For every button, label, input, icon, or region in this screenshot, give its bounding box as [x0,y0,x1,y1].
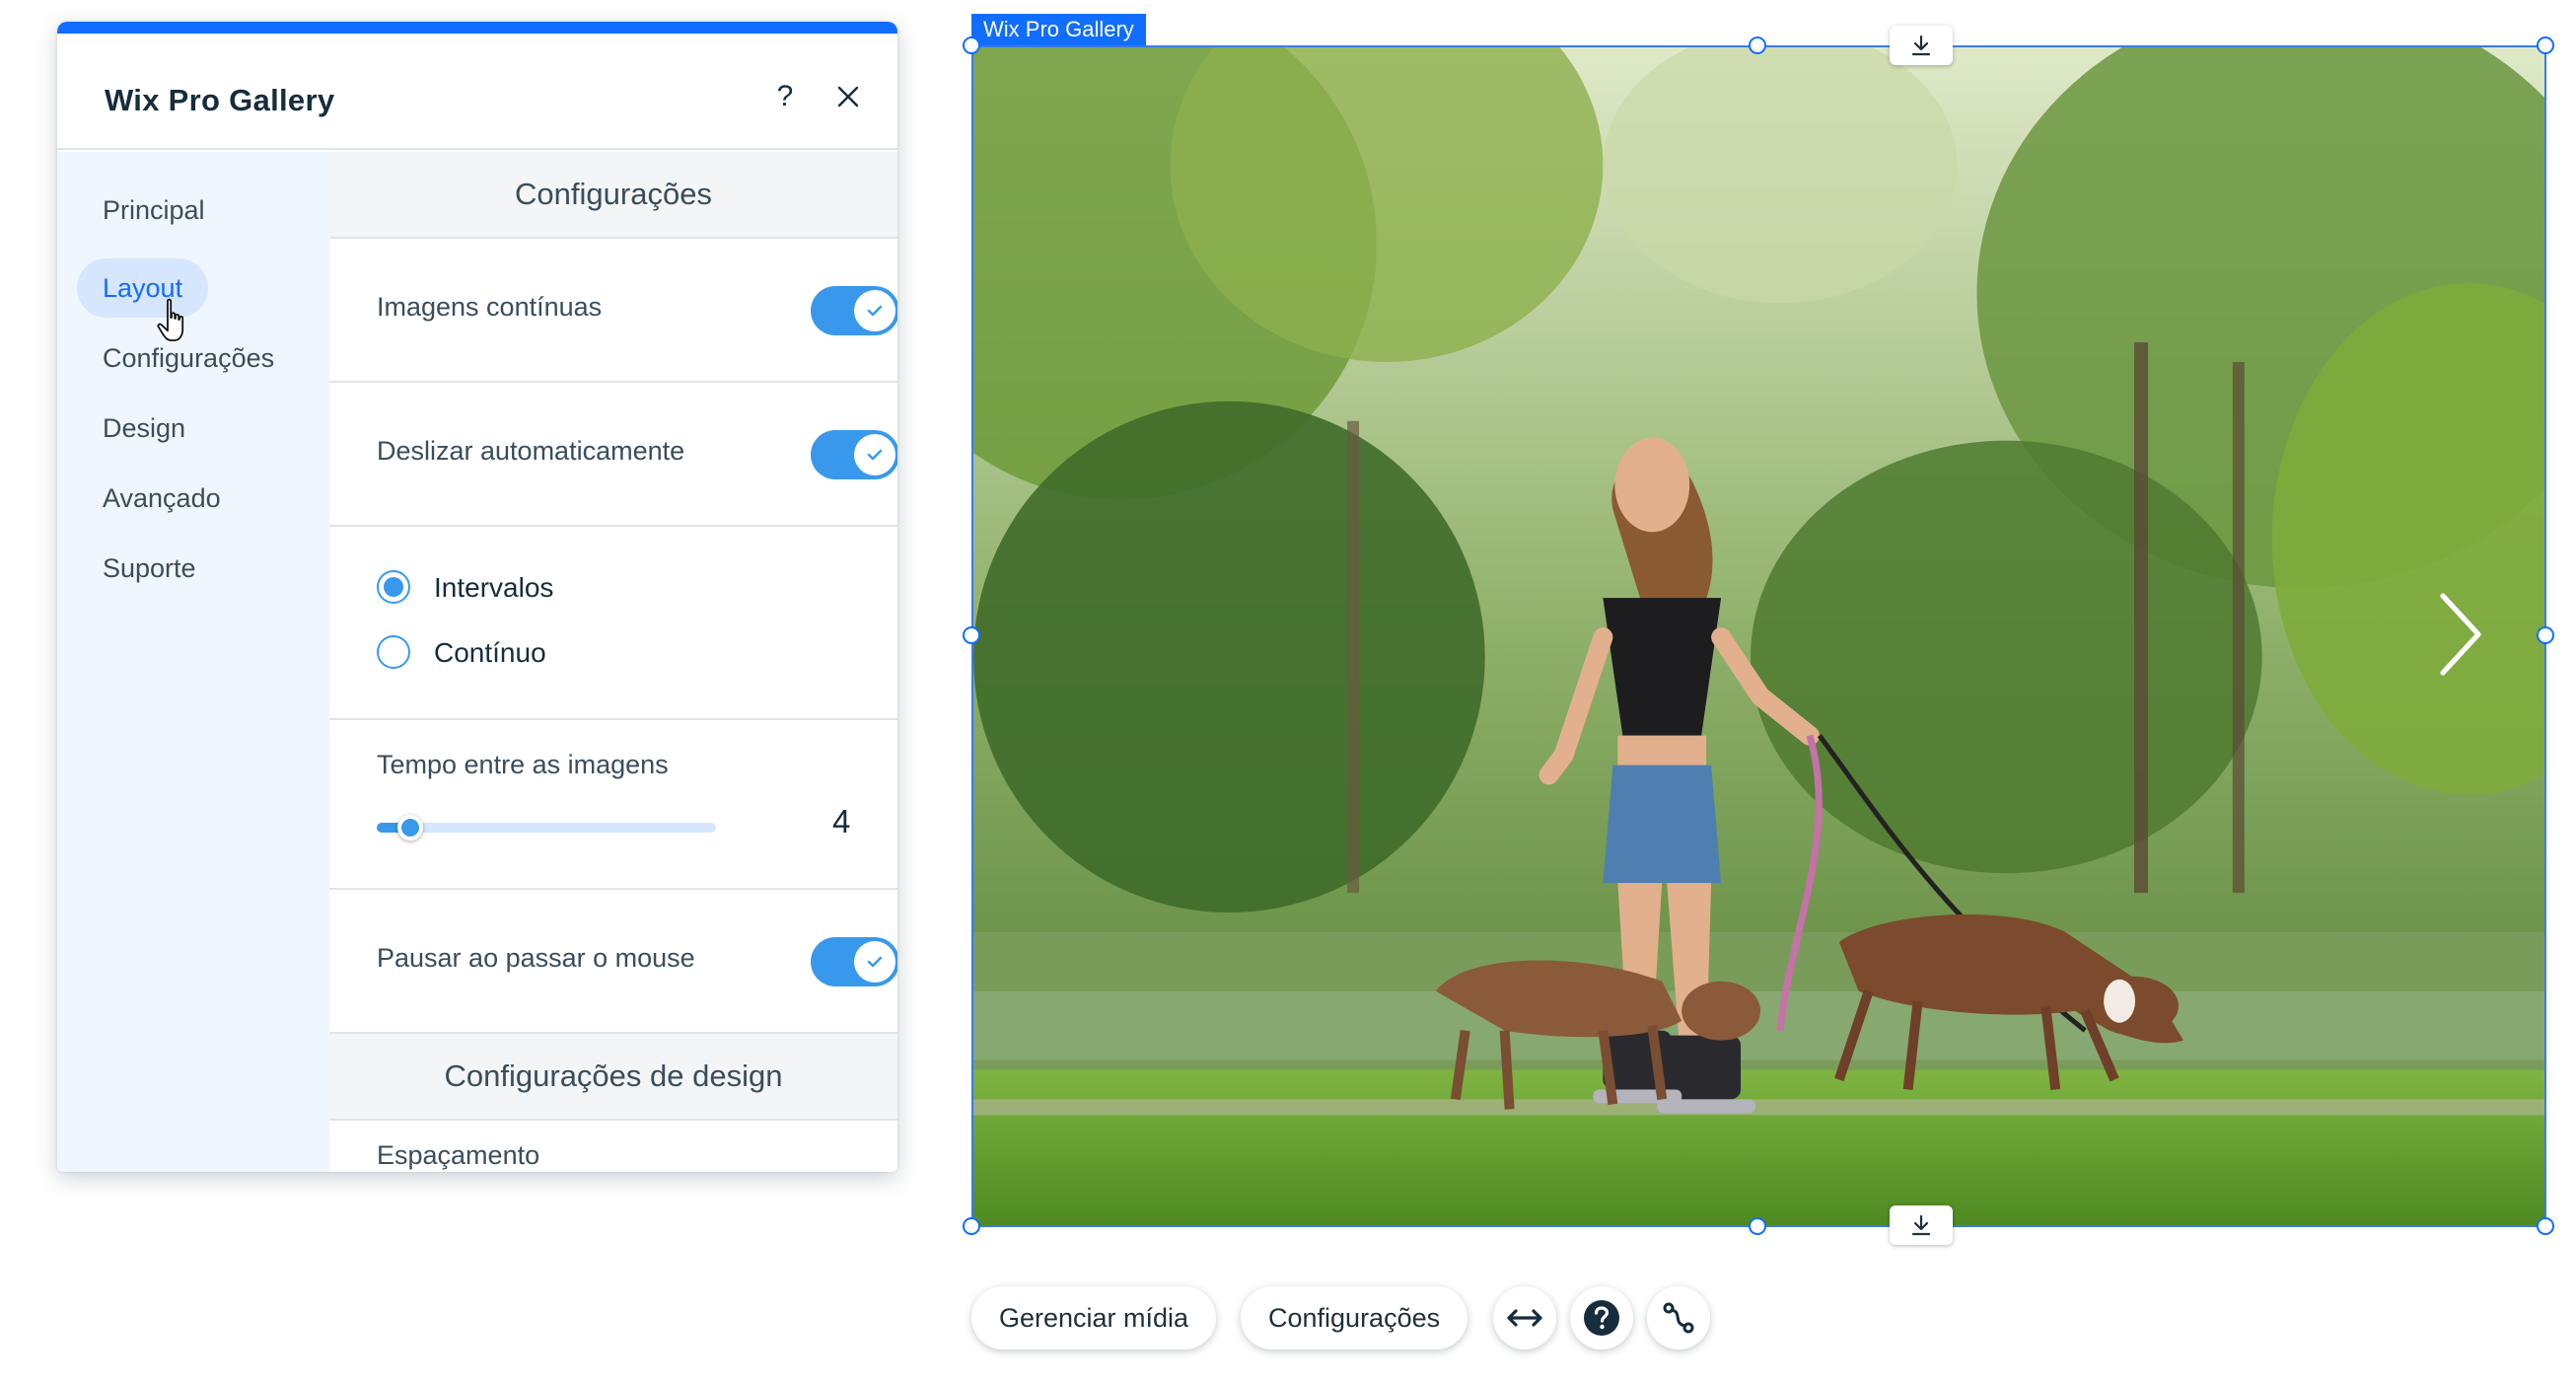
sidebar-item-design[interactable]: Design [77,399,211,458]
setting-row-interval: Tempo entre as imagens 4 [329,720,897,890]
settings-button[interactable]: Configurações [1241,1286,1468,1349]
interval-slider[interactable] [377,815,716,840]
settings-panel: Wix Pro Gallery ? Principal Layout Confi… [57,22,897,1172]
autoslide-label: Deslizar automaticamente [377,436,685,466]
sidebar-item-label: Principal [103,194,205,225]
sidebar-item-principal[interactable]: Principal [77,181,231,240]
radio-continuo-label[interactable]: Contínuo [434,637,546,669]
autoslide-toggle[interactable] [811,430,897,479]
panel-header[interactable]: Wix Pro Gallery ? [57,34,897,150]
sidebar-item-label: Avançado [103,482,221,513]
resize-handle-top-left[interactable] [963,36,980,54]
radio-intervalos-label[interactable]: Intervalos [434,572,553,604]
interval-label: Tempo entre as imagens [377,750,669,779]
resize-handle-bottom-right[interactable] [2537,1217,2554,1235]
check-icon [854,941,895,983]
panel-sidebar: Principal Layout Configurações Design Av… [57,152,329,1172]
interval-slider-thumb[interactable] [397,815,424,840]
continuous-images-toggle[interactable] [811,286,897,335]
sidebar-item-label: Design [103,412,186,443]
stretch-top-handle[interactable] [1890,26,1953,65]
download-arrow-icon [1911,1214,1931,1236]
manage-media-button[interactable]: Gerenciar mídia [971,1286,1217,1349]
help-circle-icon[interactable] [1570,1286,1633,1349]
setting-row-continuous-images: Imagens contínuas [329,239,897,383]
gallery-photo [973,47,2544,1225]
setting-row-autoslide: Deslizar automaticamente [329,383,897,527]
panel-accent-bar [57,22,897,34]
close-icon[interactable] [823,71,874,122]
hand-cursor-icon [157,298,184,341]
resize-handle-left[interactable] [963,626,980,644]
resize-handle-top[interactable] [1749,36,1766,54]
resize-handle-bottom-left[interactable] [963,1217,980,1235]
setting-row-slide-mode: Intervalos Contínuo [329,527,897,720]
stretch-bottom-handle[interactable] [1890,1205,1953,1245]
section-header-configuracoes: Configurações [329,152,897,239]
download-arrow-icon [1911,35,1931,56]
setting-row-pause-on-hover: Pausar ao passar o mouse [329,890,897,1034]
radio-intervalos[interactable] [377,570,410,604]
connect-data-icon[interactable] [1647,1286,1710,1349]
check-icon [854,434,895,475]
gallery-slideshow[interactable] [971,45,2546,1227]
interval-value[interactable]: 4 [832,803,850,840]
resize-handle-top-right[interactable] [2537,36,2554,54]
check-icon [854,290,895,331]
continuous-images-label: Imagens contínuas [377,292,603,322]
help-icon[interactable]: ? [759,71,811,122]
pause-on-hover-toggle[interactable] [811,937,897,986]
radio-continuo[interactable] [377,635,410,669]
resize-handle-bottom[interactable] [1749,1217,1766,1235]
spacing-label[interactable]: Espaçamento [377,1140,539,1171]
resize-handle-right[interactable] [2537,626,2554,644]
stretch-arrows-icon[interactable] [1493,1286,1556,1349]
panel-title: Wix Pro Gallery [105,83,335,117]
panel-content: Configurações Imagens contínuas Deslizar… [329,152,897,1172]
pause-on-hover-label: Pausar ao passar o mouse [377,943,695,973]
chevron-right-icon[interactable] [2431,590,2490,679]
sidebar-item-label: Suporte [103,552,196,583]
sidebar-item-suporte[interactable]: Suporte [77,539,222,598]
sidebar-item-avancado[interactable]: Avançado [77,469,247,528]
section-header-design: Configurações de design [329,1034,897,1121]
selection-label[interactable]: Wix Pro Gallery [971,14,1146,45]
sidebar-item-label: Configurações [103,342,275,373]
